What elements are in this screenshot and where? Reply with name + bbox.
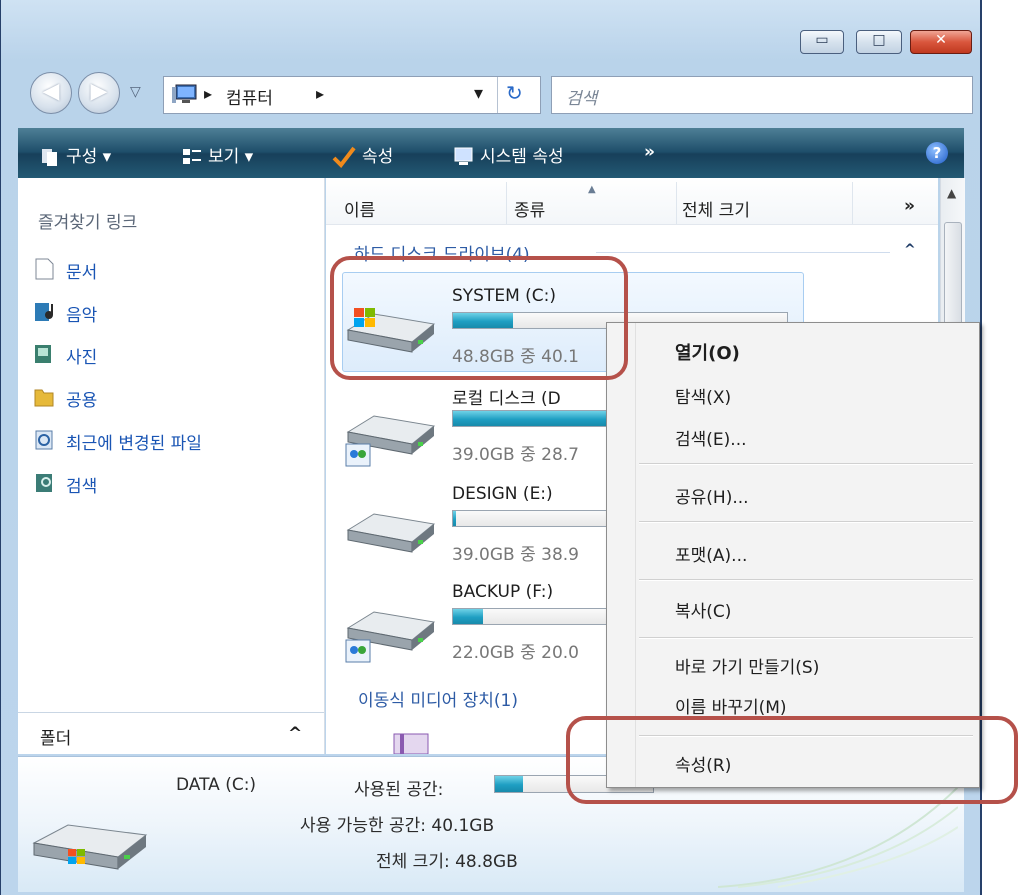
computer-icon (172, 84, 197, 103)
nav-link-music[interactable]: 음악 (66, 301, 97, 326)
maximize-icon: □ (872, 32, 886, 48)
menu-item-open[interactable]: 열기(O) (675, 339, 740, 365)
menu-separator (639, 521, 973, 523)
music-icon (35, 303, 53, 321)
organize-button[interactable]: 구성 ▾ (40, 142, 111, 167)
properties-button[interactable]: 속성 (332, 142, 393, 168)
minimize-button[interactable]: ▭ (800, 30, 844, 54)
drive-name[interactable]: BACKUP (F:) (452, 582, 553, 602)
scroll-up-icon[interactable]: ▲ (947, 186, 956, 200)
nav-link-pictures[interactable]: 사진 (66, 343, 97, 368)
close-icon: ✕ (935, 32, 947, 48)
back-button[interactable]: ◀ (30, 72, 72, 114)
folders-label[interactable]: 폴더 (40, 724, 71, 749)
menu-item-format[interactable]: 포맷(A)... (675, 541, 747, 566)
search-folder-icon (36, 474, 52, 492)
breadcrumb-separator[interactable]: ▸ (204, 84, 212, 103)
windows-drive-icon (32, 824, 148, 870)
refresh-icon[interactable]: ↻ (506, 81, 523, 105)
nav-link-documents[interactable]: 문서 (66, 258, 97, 283)
highlight-box-system-drive (330, 256, 628, 380)
minimize-icon: ▭ (815, 32, 829, 48)
organize-icon (42, 149, 57, 166)
column-overflow-icon[interactable]: » (904, 196, 915, 216)
shared-drive-icon (345, 611, 436, 663)
menu-item-create-shortcut[interactable]: 바로 가기 만들기(S) (675, 653, 819, 678)
drive-usage-fill (453, 511, 457, 526)
help-icon[interactable]: ? (926, 142, 948, 164)
nav-link-search[interactable]: 검색 (66, 472, 97, 497)
menu-item-explore[interactable]: 탐색(X) (675, 383, 731, 408)
drive-icon (346, 513, 436, 553)
drive-usage-fill (453, 609, 484, 624)
recent-pages-dropdown[interactable]: ▽ (130, 84, 141, 100)
navigation-pane: 즐겨찾기 링크 문서 음악 사진 공용 최근에 변경된 파일 검색 폴더 ^ (18, 178, 325, 754)
column-header-type[interactable]: 종류 (514, 196, 545, 221)
column-header-row (326, 178, 938, 225)
checkmark-icon (332, 146, 356, 168)
folders-collapse-icon[interactable]: ^ (288, 724, 302, 744)
forward-arrow-icon: ▶ (90, 79, 108, 104)
menu-separator (639, 637, 973, 639)
breadcrumb-separator-2[interactable]: ▸ (316, 84, 324, 103)
views-icon (183, 149, 201, 164)
removable-media-icon (393, 733, 429, 754)
address-bar[interactable]: ▸ 컴퓨터 ▸ ▾ ↻ (163, 76, 541, 114)
back-arrow-icon: ◀ (42, 79, 60, 104)
menu-item-rename[interactable]: 이름 바꾸기(M) (675, 693, 787, 718)
views-button[interactable]: 보기 ▾ (182, 142, 253, 167)
forward-button[interactable]: ▶ (78, 72, 120, 114)
close-button[interactable]: ✕ (910, 30, 972, 54)
folders-divider (18, 712, 324, 713)
menu-separator (639, 463, 973, 465)
drive-size-text: 39.0GB 중 38.9 (452, 545, 579, 565)
nav-link-public[interactable]: 공용 (66, 386, 97, 411)
toolbar-overflow-button[interactable]: » (644, 142, 655, 162)
address-dropdown-icon[interactable]: ▾ (474, 83, 483, 104)
drive-name[interactable]: DESIGN (E:) (452, 484, 553, 504)
menu-item-copy[interactable]: 복사(C) (675, 597, 731, 622)
shared-drive-icon (345, 415, 436, 467)
group-collapse-icon[interactable]: ^ (904, 242, 916, 258)
system-properties-icon (454, 147, 473, 165)
column-separator[interactable] (506, 182, 507, 224)
search-box[interactable]: 검색 (551, 76, 973, 114)
details-used-label: 사용된 공간: (354, 780, 444, 800)
favorite-links-title: 즐겨찾기 링크 (38, 213, 138, 233)
drive-size-text: 22.0GB 중 20.0 (452, 643, 579, 663)
highlight-box-properties (566, 716, 1018, 804)
drive-name[interactable]: 로컬 디스크 (D (452, 384, 561, 409)
public-folder-icon (34, 389, 54, 407)
column-separator[interactable] (852, 182, 853, 224)
column-header-name[interactable]: 이름 (344, 196, 375, 221)
command-toolbar: 구성 ▾ 보기 ▾ 속성 시스템 속성 » ? (18, 128, 964, 178)
menu-item-search[interactable]: 검색(E)... (675, 425, 747, 450)
sort-ascending-icon: ▲ (588, 184, 596, 195)
maximize-button[interactable]: □ (856, 30, 902, 54)
menu-separator (639, 579, 973, 581)
details-usage-fill (495, 776, 524, 792)
group-header-line (596, 252, 890, 253)
group-header-removable[interactable]: 이동식 미디어 장치(1) (358, 686, 518, 711)
menu-item-share[interactable]: 공유(H)... (675, 483, 749, 508)
pictures-icon (35, 345, 51, 363)
column-separator[interactable] (676, 182, 677, 224)
nav-link-recent-files[interactable]: 최근에 변경된 파일 (66, 429, 202, 454)
drive-size-text: 39.0GB 중 28.7 (452, 445, 579, 465)
details-total-size: 전체 크기: 48.8GB (376, 852, 518, 872)
recent-files-icon (35, 430, 53, 450)
column-header-total-size[interactable]: 전체 크기 (682, 196, 750, 221)
address-divider (497, 77, 498, 113)
details-free-space: 사용 가능한 공간: 40.1GB (300, 816, 495, 836)
search-placeholder: 검색 (566, 89, 598, 109)
document-icon (35, 258, 54, 280)
system-properties-button[interactable]: 시스템 속성 (452, 142, 564, 167)
breadcrumb-computer[interactable]: 컴퓨터 (226, 84, 273, 109)
details-drive-name: DATA (C:) (176, 775, 257, 795)
